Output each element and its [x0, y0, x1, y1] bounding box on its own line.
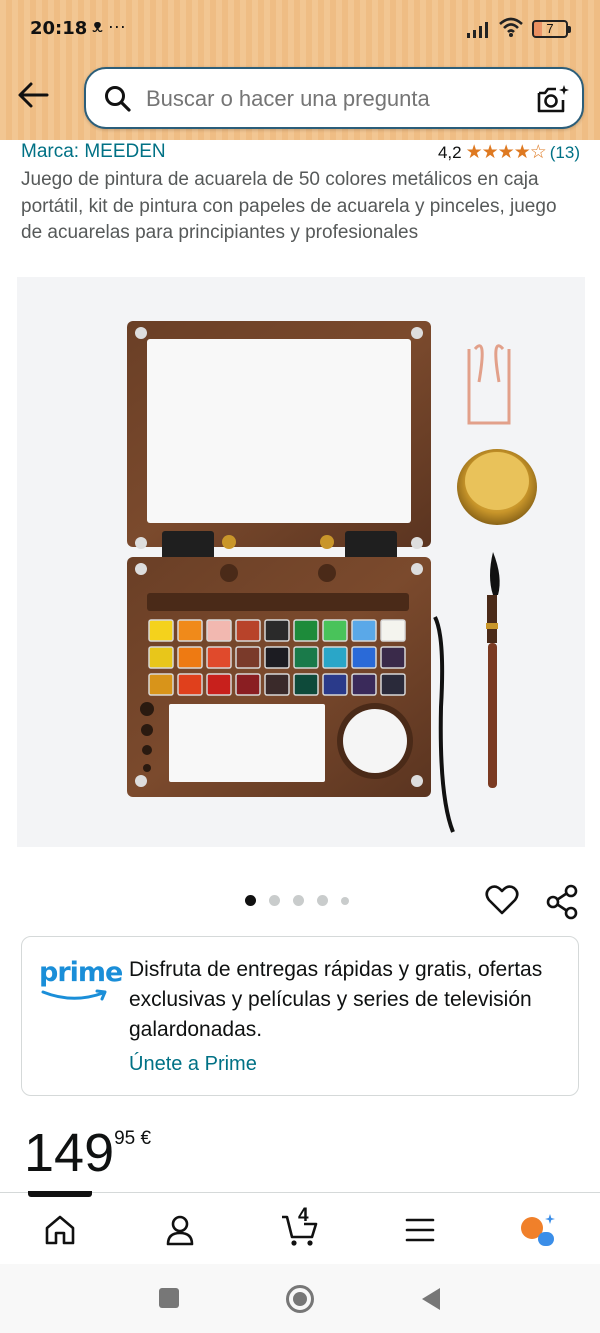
- product-title: Juego de pintura de acuarela de 50 color…: [21, 169, 557, 243]
- home-tab[interactable]: [40, 1210, 80, 1250]
- paint-pan: [293, 646, 319, 669]
- carousel-dot[interactable]: [341, 896, 349, 905]
- paint-pan: [264, 673, 290, 696]
- paint-pan: [264, 646, 290, 669]
- recents-icon[interactable]: [158, 1287, 180, 1309]
- rating-value: 4,2: [437, 142, 462, 162]
- paint-pan: [351, 646, 377, 669]
- brand-link[interactable]: Marca: MEEDEN: [21, 141, 166, 163]
- paint-pan: [206, 619, 232, 642]
- rating-stars: ★★★★☆: [465, 142, 547, 163]
- paint-pan: [293, 673, 319, 696]
- product-price: 14995 €: [24, 1122, 151, 1184]
- prime-promo-card[interactable]: prime Disfruta de entregas rápidas y gra…: [21, 936, 579, 1096]
- paint-pan: [380, 673, 406, 696]
- account-icon: [166, 1215, 194, 1246]
- menu-icon: [405, 1218, 435, 1242]
- rating-count[interactable]: (13): [550, 143, 580, 163]
- signal-icon: [467, 22, 488, 38]
- price-fraction: 95 €: [114, 1128, 152, 1149]
- paint-pan: [235, 673, 261, 696]
- paint-pan: [235, 619, 261, 642]
- paint-pan: [206, 646, 232, 669]
- search-input[interactable]: [146, 79, 526, 119]
- paint-pan: [293, 619, 319, 642]
- paint-pan: [322, 673, 348, 696]
- paint-pan: [351, 619, 377, 642]
- paint-pan: [148, 646, 174, 669]
- carousel-dot[interactable]: [269, 895, 280, 906]
- paint-pan: [264, 619, 290, 642]
- menu-tab[interactable]: [400, 1210, 440, 1250]
- share-icon[interactable]: [545, 884, 579, 920]
- camera-search-icon[interactable]: [536, 83, 570, 115]
- paint-pan: [177, 673, 203, 696]
- heart-icon[interactable]: [485, 884, 519, 916]
- product-image[interactable]: [17, 277, 585, 847]
- prime-description: Disfruta de entregas rápidas y gratis, o…: [129, 958, 543, 1041]
- paint-pan: [322, 619, 348, 642]
- status-bar: 20:18 ᴥ ··· 7: [0, 0, 600, 58]
- paint-pan: [177, 646, 203, 669]
- assistant-tab[interactable]: [518, 1210, 558, 1250]
- back-button-icon[interactable]: [420, 1286, 442, 1312]
- status-time: 20:18: [30, 18, 88, 39]
- wifi-icon: [499, 17, 523, 37]
- paint-pan: [380, 646, 406, 669]
- prime-logo: prime: [39, 957, 123, 1009]
- rating-summary[interactable]: 4,2 ★★★★☆ (13): [438, 141, 580, 164]
- system-nav-bar: [0, 1264, 600, 1333]
- search-icon: [105, 86, 131, 112]
- battery-icon: 7: [532, 20, 571, 38]
- search-bar[interactable]: [84, 67, 584, 129]
- paint-pan: [380, 619, 406, 642]
- price-whole: 149: [24, 1123, 115, 1183]
- carousel-dot[interactable]: [317, 895, 328, 906]
- app-header: 20:18 ᴥ ··· 7: [0, 0, 600, 140]
- paint-pan: [148, 673, 174, 696]
- active-tab-indicator: [28, 1191, 92, 1197]
- watercolor-set-illustration: [127, 321, 537, 833]
- home-icon: [45, 1215, 75, 1245]
- home-button-icon[interactable]: [285, 1284, 315, 1314]
- carousel-dot[interactable]: [293, 895, 304, 906]
- carousel-dot[interactable]: [245, 895, 256, 906]
- paint-pan: [206, 673, 232, 696]
- prime-smile-icon: [41, 989, 107, 1001]
- cart-count-badge: 4: [298, 1205, 309, 1226]
- assistant-icon: [521, 1214, 555, 1246]
- image-carousel-dots[interactable]: [245, 895, 349, 906]
- join-prime-link[interactable]: Únete a Prime: [129, 1053, 257, 1076]
- paint-pan: [235, 646, 261, 669]
- paint-pan: [322, 646, 348, 669]
- account-tab[interactable]: [160, 1210, 200, 1250]
- paint-pan: [351, 673, 377, 696]
- prime-logo-text: prime: [39, 957, 123, 988]
- notification-icons: ᴥ ···: [92, 16, 126, 36]
- paint-pan: [177, 619, 203, 642]
- paint-pan: [148, 619, 174, 642]
- back-arrow-icon[interactable]: [16, 80, 50, 110]
